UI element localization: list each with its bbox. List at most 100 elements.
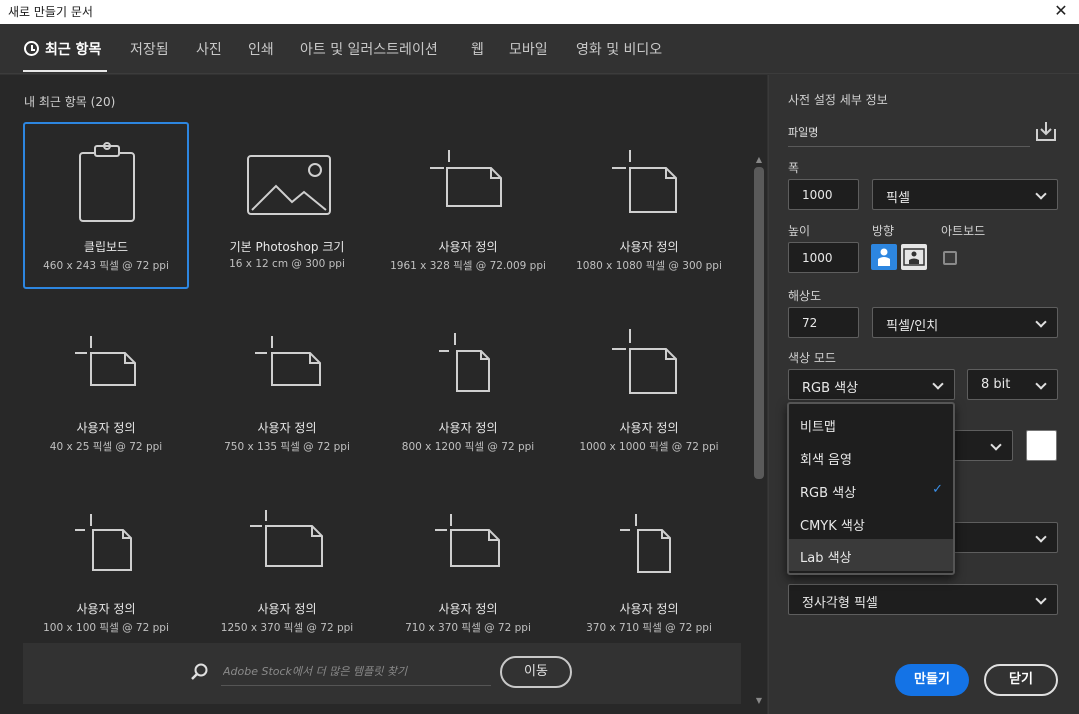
go-button[interactable]: 이동	[500, 656, 572, 688]
tab-film-video[interactable]: 영화 및 비디오	[576, 39, 662, 59]
card-name: 사용자 정의	[438, 240, 498, 254]
preset-card-custom[interactable]: 사용자 정의 750 x 135 픽셀 @ 72 ppi	[204, 303, 370, 470]
card-name: 사용자 정의	[619, 240, 679, 254]
color-mode-option-bitmap[interactable]: 비트맵	[789, 408, 953, 440]
card-dims: 800 x 1200 픽셀 @ 72 ppi	[401, 441, 535, 453]
card-dims: 370 x 710 픽셀 @ 72 ppi	[586, 622, 712, 634]
chevron-down-icon	[1035, 378, 1047, 390]
stock-search-bar: 이동	[23, 643, 741, 704]
preset-details-panel: 사전 설정 세부 정보 파일명 폭 1000 픽셀 높이 방향 아트보드 100…	[768, 75, 1079, 714]
title-bar: 새로 만들기 문서 ✕	[0, 0, 1079, 24]
scroll-thumb[interactable]	[754, 167, 764, 479]
tab-photo[interactable]: 사진	[196, 39, 222, 59]
chevron-down-icon	[1035, 316, 1047, 328]
preset-card-custom[interactable]: 사용자 정의 1080 x 1080 픽셀 @ 300 ppi	[566, 122, 732, 289]
card-dims: 100 x 100 픽셀 @ 72 ppi	[43, 622, 169, 634]
custom-landscape-icon	[255, 336, 321, 386]
chevron-down-icon	[1035, 593, 1047, 605]
preset-card-custom[interactable]: 사용자 정의 710 x 370 픽셀 @ 72 ppi	[385, 484, 551, 651]
color-mode-dropdown: 비트맵 회색 음영 RGB 색상 ✓ CMYK 색상 Lab 색상	[787, 402, 955, 575]
artboard-label: 아트보드	[941, 224, 986, 238]
card-name: 사용자 정의	[619, 602, 679, 616]
card-dims: 40 x 25 픽셀 @ 72 ppi	[49, 441, 163, 453]
preset-card-default-photoshop[interactable]: 기본 Photoshop 크기 16 x 12 cm @ 300 ppi	[204, 122, 370, 289]
card-dims: 750 x 135 픽셀 @ 72 ppi	[224, 441, 350, 453]
card-dims: 1000 x 1000 픽셀 @ 72 ppi	[579, 441, 719, 453]
artboard-checkbox[interactable]	[943, 251, 957, 265]
custom-portrait-icon	[439, 333, 490, 392]
height-label: 높이	[788, 224, 811, 238]
tab-art-illustration[interactable]: 아트 및 일러스트레이션	[300, 39, 438, 59]
color-mode-option-lab[interactable]: Lab 색상	[789, 539, 953, 571]
card-name: 클립보드	[83, 240, 129, 254]
color-mode-label: 색상 모드	[788, 351, 836, 365]
recent-panel: 내 최근 항목 (20) 클립보드 460 x 243 픽셀 @ 72 ppi …	[0, 75, 767, 714]
card-dims: 1080 x 1080 픽셀 @ 300 ppi	[576, 260, 722, 272]
orientation-label: 방향	[872, 224, 895, 238]
window-title: 새로 만들기 문서	[8, 5, 93, 19]
save-preset-icon[interactable]	[1035, 120, 1057, 142]
custom-portrait-icon	[612, 329, 677, 394]
active-tab-indicator	[23, 70, 107, 72]
search-icon	[191, 663, 208, 680]
landscape-orientation-button[interactable]	[901, 244, 927, 270]
tab-saved[interactable]: 저장됨	[130, 39, 169, 59]
width-input[interactable]: 1000	[788, 179, 859, 210]
tab-print[interactable]: 인쇄	[248, 39, 274, 59]
image-icon	[247, 155, 331, 215]
card-name: 기본 Photoshop 크기	[229, 240, 345, 254]
card-name: 사용자 정의	[257, 602, 317, 616]
chevron-down-icon	[932, 378, 944, 390]
card-dims: 1250 x 370 픽셀 @ 72 ppi	[220, 622, 354, 634]
preset-card-custom[interactable]: 사용자 정의 1000 x 1000 픽셀 @ 72 ppi	[566, 303, 732, 470]
card-name: 사용자 정의	[438, 602, 498, 616]
custom-landscape-icon	[75, 336, 136, 386]
bit-depth-select[interactable]: 8 bit	[967, 369, 1058, 400]
chevron-down-icon	[1035, 188, 1047, 200]
tab-recent[interactable]: 최근 항목	[24, 39, 101, 59]
card-name: 사용자 정의	[76, 602, 136, 616]
preset-card-custom[interactable]: 사용자 정의 800 x 1200 픽셀 @ 72 ppi	[385, 303, 551, 470]
preset-card-custom[interactable]: 사용자 정의 40 x 25 픽셀 @ 72 ppi	[23, 303, 189, 470]
color-mode-option-cmyk[interactable]: CMYK 색상	[789, 507, 953, 539]
card-dims: 710 x 370 픽셀 @ 72 ppi	[405, 622, 531, 634]
color-mode-option-rgb[interactable]: RGB 색상 ✓	[789, 474, 953, 506]
close-icon[interactable]: ✕	[1053, 2, 1069, 20]
scroll-up-icon[interactable]: ▲	[754, 155, 764, 165]
preset-card-custom[interactable]: 사용자 정의 1250 x 370 픽셀 @ 72 ppi	[204, 484, 370, 651]
width-label: 폭	[788, 161, 800, 175]
resolution-label: 해상도	[788, 289, 822, 303]
background-color-swatch[interactable]	[1026, 430, 1057, 461]
clipboard-icon	[79, 142, 135, 222]
preset-card-custom[interactable]: 사용자 정의 370 x 710 픽셀 @ 72 ppi	[566, 484, 732, 651]
checkmark-icon: ✓	[932, 482, 943, 497]
color-mode-select[interactable]: RGB 색상	[788, 369, 955, 400]
preset-card-custom[interactable]: 사용자 정의 1961 x 328 픽셀 @ 72.009 ppi	[385, 122, 551, 289]
custom-landscape-icon	[250, 510, 323, 567]
landscape-icon	[903, 248, 925, 266]
resolution-input[interactable]: 72	[788, 307, 859, 338]
resolution-unit-select[interactable]: 픽셀/인치	[872, 307, 1058, 338]
tab-web[interactable]: 웹	[471, 39, 484, 59]
chevron-down-icon	[1035, 531, 1047, 543]
portrait-orientation-button[interactable]	[871, 244, 897, 270]
card-name: 사용자 정의	[438, 421, 498, 435]
scroll-down-icon[interactable]: ▼	[754, 696, 764, 706]
height-input[interactable]: 1000	[788, 242, 859, 273]
filename-field[interactable]: 파일명	[788, 119, 1030, 147]
recent-heading: 내 최근 항목 (20)	[24, 95, 116, 109]
portrait-icon	[878, 248, 890, 266]
card-dims: 1961 x 328 픽셀 @ 72.009 ppi	[390, 260, 546, 272]
preset-card-clipboard[interactable]: 클립보드 460 x 243 픽셀 @ 72 ppi	[23, 122, 189, 289]
pixel-aspect-select[interactable]: 정사각형 픽셀	[788, 584, 1058, 615]
stock-search-input[interactable]	[221, 658, 491, 686]
recent-scrollbar[interactable]: ▲ ▼	[752, 155, 766, 707]
create-button[interactable]: 만들기	[895, 664, 969, 696]
preset-card-custom[interactable]: 사용자 정의 100 x 100 픽셀 @ 72 ppi	[23, 484, 189, 651]
width-unit-select[interactable]: 픽셀	[872, 179, 1058, 210]
custom-landscape-icon	[435, 514, 500, 567]
tab-mobile[interactable]: 모바일	[509, 39, 548, 59]
close-button[interactable]: 닫기	[984, 664, 1058, 696]
custom-portrait-icon	[75, 514, 132, 571]
color-mode-option-grayscale[interactable]: 회색 음영	[789, 441, 953, 473]
